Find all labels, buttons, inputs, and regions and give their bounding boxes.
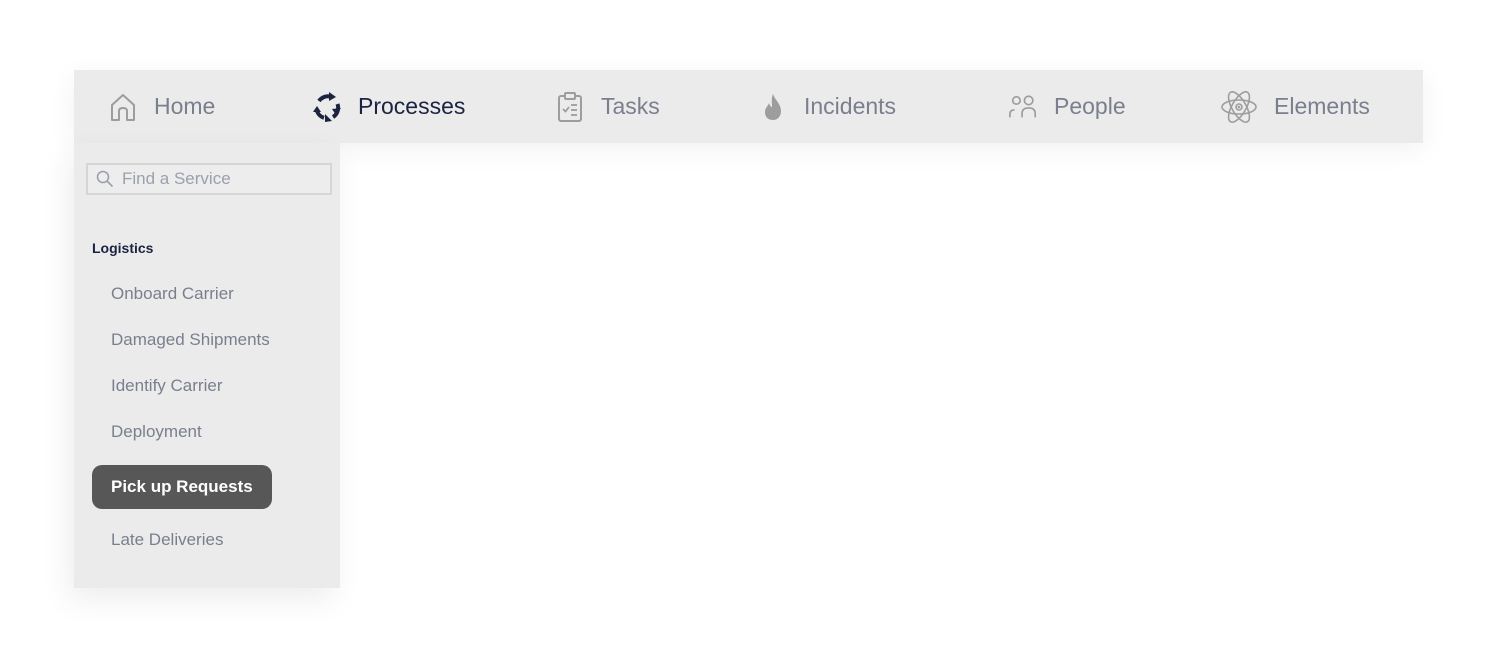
people-icon [1008, 92, 1038, 122]
search-input[interactable] [122, 169, 312, 189]
nav-label-incidents: Incidents [804, 93, 897, 119]
sidebar-item-pick-up-requests[interactable]: Pick up Requests [92, 465, 272, 509]
clipboard-check-icon [555, 91, 585, 122]
sidebar-item-identify-carrier[interactable]: Identify Carrier [111, 376, 222, 396]
nav-item-processes[interactable]: Processes [312, 70, 465, 143]
nav-item-people[interactable]: People [1008, 70, 1126, 143]
home-icon [108, 92, 138, 122]
nav-item-tasks[interactable]: Tasks [555, 70, 660, 143]
sidebar-item-damaged-shipments[interactable]: Damaged Shipments [111, 330, 270, 350]
sidebar-item-onboard-carrier[interactable]: Onboard Carrier [111, 284, 234, 304]
cycle-arrows-icon [312, 91, 342, 122]
nav-item-incidents[interactable]: Incidents [758, 70, 896, 143]
top-navigation: Home Processes Tasks Incidents People El… [74, 70, 1423, 143]
section-title-logistics: Logistics [92, 240, 154, 256]
nav-label-processes: Processes [358, 93, 466, 119]
sidebar-item-late-deliveries[interactable]: Late Deliveries [111, 530, 223, 550]
nav-label-tasks: Tasks [601, 93, 660, 119]
flame-icon [758, 92, 788, 122]
nav-label-elements: Elements [1274, 93, 1370, 119]
search-icon [96, 170, 114, 188]
atom-icon [1220, 88, 1258, 126]
sidebar: Logistics Onboard Carrier Damaged Shipme… [74, 143, 340, 588]
nav-item-elements[interactable]: Elements [1220, 70, 1370, 143]
sidebar-item-deployment[interactable]: Deployment [111, 422, 202, 442]
service-search[interactable] [86, 163, 332, 195]
nav-item-home[interactable]: Home [108, 70, 215, 143]
nav-label-home: Home [154, 93, 216, 119]
nav-label-people: People [1054, 93, 1126, 119]
